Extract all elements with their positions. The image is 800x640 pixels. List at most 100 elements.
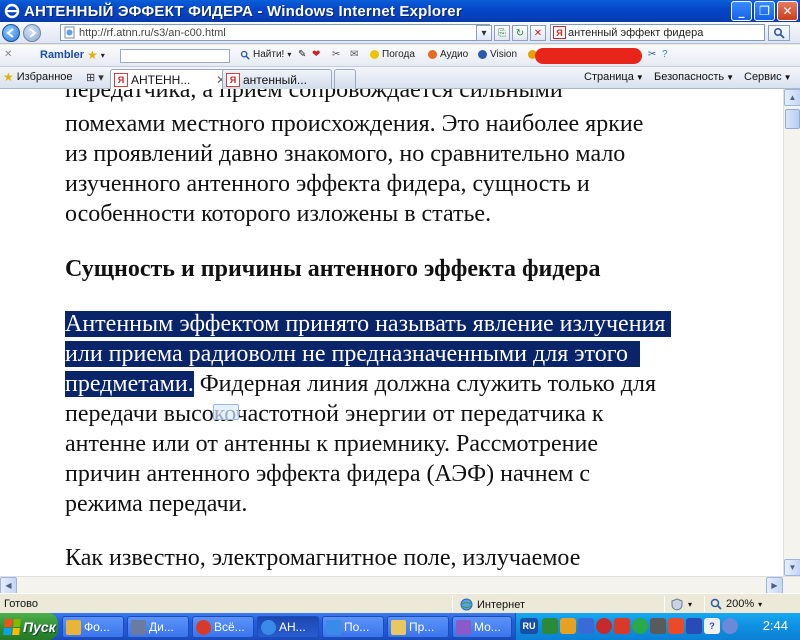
taskbar-item-2[interactable]: Всё... — [192, 616, 254, 638]
minimize-button[interactable]: _ — [731, 1, 752, 21]
page-favicon-icon: Я — [114, 72, 128, 87]
task-label: Мо... — [474, 620, 501, 634]
quick-tabs-icon[interactable]: ⊞ ▾ — [86, 71, 104, 84]
tray-app-icon[interactable] — [632, 618, 648, 634]
weather-label: Погода — [382, 49, 415, 60]
clock[interactable]: 2:44 — [763, 618, 788, 633]
title-bar[interactable]: АНТЕННЫЙ ЭФФЕКТ ФИДЕРА - Windows Interne… — [0, 0, 800, 22]
heart-icon[interactable]: ❤ — [312, 49, 320, 60]
taskbar-item-0[interactable]: Фо... — [62, 616, 124, 638]
tray-app-icon[interactable] — [578, 618, 594, 634]
protected-mode-icon[interactable]: ▾ — [670, 598, 692, 611]
magnifier-icon — [240, 50, 250, 60]
weather-button[interactable]: Погода — [370, 49, 415, 60]
taskbar-item-4[interactable]: По... — [322, 616, 384, 638]
forward-button[interactable] — [23, 23, 41, 42]
stop-button[interactable]: ✕ — [530, 25, 546, 41]
audio-label: Аудио — [440, 49, 469, 60]
tray-help-icon[interactable]: ? — [704, 618, 720, 634]
scroll-down-button[interactable]: ▼ — [784, 559, 800, 576]
app-icon — [66, 619, 81, 635]
vertical-scrollbar[interactable]: ▲ ▼ — [783, 89, 800, 576]
service-menu-label: Сервис — [744, 71, 782, 83]
find-button[interactable]: Найти! ▾ — [240, 49, 291, 60]
selection: Антенным эффектом принято называть явлен… — [65, 311, 672, 337]
search-input[interactable]: Я антенный эффект фидера — [550, 24, 765, 41]
address-dropdown-button[interactable]: ▾ — [476, 25, 492, 41]
tray-network-icon[interactable] — [542, 618, 558, 634]
arrow-right-icon — [29, 27, 37, 38]
favorites-label: Избранное — [16, 71, 73, 83]
search-value: антенный эффект фидера — [568, 26, 704, 39]
tray-flag-icon[interactable] — [668, 618, 684, 634]
selected-text-line: или приема радиоволн не предназначенными… — [65, 339, 640, 369]
tab-0[interactable]: Я АНТЕНН... ✕ — [110, 69, 230, 89]
toolbar-close-icon[interactable]: ✕ — [4, 49, 12, 60]
audio-button[interactable]: Аудио — [428, 49, 468, 60]
text-line: режима передачи. — [65, 491, 248, 517]
zoom-control[interactable]: 200% ▾ — [710, 598, 762, 610]
text-line: предметами. Фидерная линия должна служит… — [65, 369, 656, 399]
tools-icon[interactable]: ✂ — [332, 49, 340, 60]
language-indicator[interactable]: RU — [520, 618, 538, 634]
back-button[interactable] — [2, 23, 20, 42]
scroll-thumb[interactable] — [785, 109, 800, 129]
scroll-right-button[interactable]: ▶ — [766, 577, 783, 594]
taskbar-item-1[interactable]: Ди... — [127, 616, 189, 638]
rambler-toolbar: ✕ Rambler ★ ▾ Найти! ▾ ✎ ❤ ✂ ✉ Погода Ауди… — [0, 45, 800, 67]
task-label: Пр... — [409, 620, 435, 634]
rambler-logo: Rambler — [40, 49, 85, 61]
maximize-button[interactable]: ❐ — [754, 1, 775, 21]
internet-explorer-icon — [4, 3, 20, 19]
translate-popup-icon[interactable] — [213, 404, 239, 420]
tray-app-icon[interactable] — [560, 618, 576, 634]
window-title: АНТЕННЫЙ ЭФФЕКТ ФИДЕРА - Windows Interne… — [24, 2, 462, 20]
help-icon[interactable]: ? — [662, 49, 668, 60]
rambler-search-input[interactable] — [120, 49, 230, 63]
taskbar-item-3[interactable]: АН... — [257, 616, 319, 638]
page-icon — [63, 26, 76, 42]
refresh-button[interactable]: ↻ — [512, 25, 528, 41]
task-label: Ди... — [149, 620, 174, 634]
vision-label: Vision — [490, 49, 518, 60]
page-menu-label: Страница — [584, 71, 634, 83]
redaction-mark — [535, 48, 642, 64]
folder-icon — [391, 619, 406, 635]
compatibility-button[interactable]: ⎘ — [494, 25, 510, 41]
safety-menu[interactable]: Безопасность ▼ — [654, 71, 734, 83]
tray-opera-icon[interactable] — [596, 618, 612, 634]
zoom-value: 200% — [726, 598, 755, 610]
tab-label: АНТЕНН... — [131, 72, 191, 87]
settings-icon[interactable]: ✂ — [648, 49, 656, 60]
tray-antivirus-icon[interactable] — [614, 618, 630, 634]
tray-app-icon[interactable] — [686, 618, 702, 634]
start-button[interactable]: Пуск — [0, 613, 58, 640]
text-line: антенне или от антенны к приемнику. Расс… — [65, 431, 599, 457]
address-input[interactable]: http://rf.atnn.ru/s3/an-c00.html — [60, 24, 490, 41]
text-line: передачи высокочастотной энергии от пере… — [65, 401, 604, 427]
favorites-button[interactable]: ★ Избранное — [3, 71, 73, 83]
tray-app-icon[interactable] — [650, 618, 666, 634]
close-button[interactable]: ✕ — [777, 1, 798, 21]
search-button[interactable] — [768, 25, 790, 41]
star-icon[interactable]: ★ — [87, 49, 98, 61]
scroll-up-button[interactable]: ▲ — [784, 89, 800, 106]
text-line: Как известно, электромагнитное поле, изл… — [65, 545, 581, 571]
pencil-icon[interactable]: ✎ — [298, 49, 306, 60]
task-label: Фо... — [84, 620, 110, 634]
service-menu[interactable]: Сервис ▼ — [744, 71, 792, 83]
new-tab-button[interactable] — [334, 69, 356, 89]
taskbar-item-6[interactable]: Мо... — [452, 616, 512, 638]
scroll-left-button[interactable]: ◀ — [0, 577, 17, 594]
taskbar-item-5[interactable]: Пр... — [387, 616, 449, 638]
find-label: Найти! — [253, 49, 285, 60]
tray-volume-icon[interactable] — [722, 618, 738, 634]
chevron-down-icon: ▼ — [783, 72, 792, 82]
tab-1[interactable]: Я антенный... — [222, 69, 332, 89]
vision-button[interactable]: Vision — [478, 49, 517, 60]
mail-icon[interactable]: ✉ — [350, 49, 358, 60]
page-menu[interactable]: Страница ▼ — [584, 71, 644, 83]
section-heading: Сущность и причины антенного эффекта фид… — [65, 256, 601, 282]
horizontal-scrollbar[interactable]: ◀ ▶ — [0, 576, 800, 594]
browser-window: АНТЕННЫЙ ЭФФЕКТ ФИДЕРА - Windows Interne… — [0, 0, 800, 640]
